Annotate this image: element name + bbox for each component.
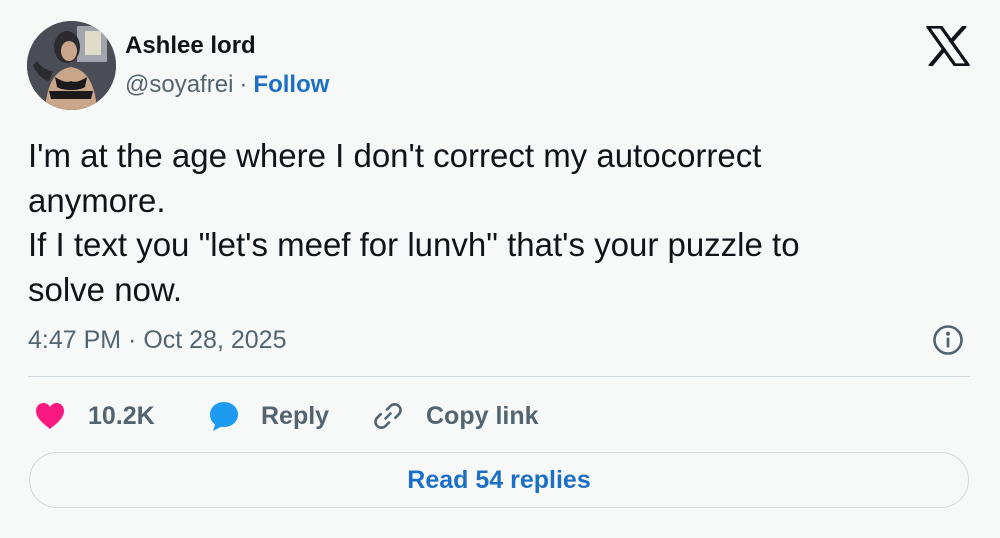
tweet-timestamp[interactable]: 4:47 PM · Oct 28, 2025: [28, 325, 286, 355]
author-handle[interactable]: @soyafrei: [125, 71, 233, 98]
avatar[interactable]: [27, 21, 116, 110]
copy-link-label: Copy link: [426, 401, 539, 430]
info-icon[interactable]: [932, 324, 964, 356]
read-replies-label: Read 54 replies: [407, 465, 591, 494]
speech-bubble-icon: [207, 399, 241, 433]
tweet-text: I'm at the age where I don't correct my …: [28, 137, 800, 308]
handle-separator: ·: [239, 71, 248, 98]
avatar-photo: [27, 21, 116, 110]
reply-label: Reply: [261, 401, 330, 430]
read-replies-button[interactable]: Read 54 replies: [29, 452, 969, 508]
author-display-name[interactable]: Ashlee lord: [125, 32, 256, 60]
link-icon: [372, 400, 404, 432]
like-count: 10.2K: [88, 401, 155, 430]
heart-icon: [34, 401, 66, 431]
author-handle-row: @soyafrei · Follow: [125, 71, 329, 99]
divider: [28, 376, 970, 377]
x-logo-icon[interactable]: [926, 24, 970, 68]
tweet-embed-card: Ashlee lord @soyafrei · Follow I'm at the …: [0, 0, 1000, 538]
like-button[interactable]: 10.2K: [34, 396, 155, 436]
copy-link-button[interactable]: Copy link: [372, 396, 539, 436]
follow-link[interactable]: Follow: [253, 71, 329, 98]
reply-button[interactable]: Reply: [207, 396, 329, 436]
